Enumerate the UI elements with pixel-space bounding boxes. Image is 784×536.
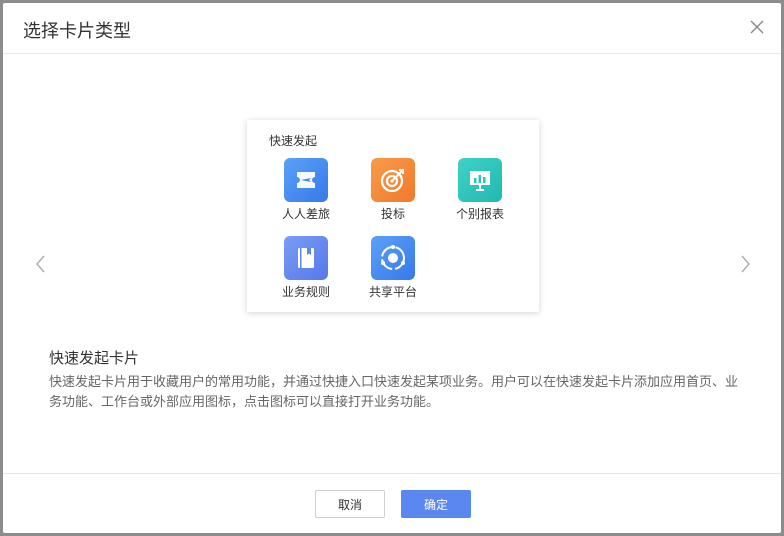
ticket-plane-icon — [284, 158, 328, 202]
chart-board-icon — [458, 158, 502, 202]
chevron-right-icon[interactable] — [737, 254, 753, 274]
dialog-footer: 取消 确定 — [3, 473, 781, 533]
app-label: 业务规则 — [281, 285, 330, 299]
card-type-title: 快速发起卡片 — [49, 349, 140, 367]
target-arrow-icon — [371, 158, 415, 202]
app-item-business-rules: 业务规则 — [266, 236, 346, 300]
app-item-travel: 人人差旅 — [266, 158, 346, 222]
card-type-description: 快速发起卡片用于收藏用户的常用功能，并通过快捷入口快速发起某项业务。用户可以在快… — [49, 375, 739, 410]
book-icon — [284, 236, 328, 280]
confirm-button[interactable]: 确定 — [401, 490, 471, 518]
app-item-report: 个别报表 — [440, 158, 520, 222]
app-label: 个别报表 — [455, 207, 504, 221]
dialog-header: 选择卡片类型 — [3, 3, 781, 54]
app-label: 共享平台 — [368, 285, 417, 299]
dialog-title: 选择卡片类型 — [23, 21, 131, 42]
select-card-type-dialog: 选择卡片类型 快速发起 人人差旅 投标 个别报表 业务规则 共享平台 快速发起卡… — [3, 3, 781, 533]
app-item-shared-platform: 共享平台 — [353, 236, 433, 300]
close-icon[interactable] — [749, 19, 765, 35]
chevron-left-icon[interactable] — [33, 254, 49, 274]
app-label: 投标 — [380, 207, 405, 221]
card-preview: 快速发起 人人差旅 投标 个别报表 业务规则 共享平台 — [247, 120, 539, 312]
card-preview-title: 快速发起 — [269, 134, 318, 148]
cancel-button[interactable]: 取消 — [315, 490, 385, 518]
share-cycle-icon — [371, 236, 415, 280]
app-item-bidding: 投标 — [353, 158, 433, 222]
app-label: 人人差旅 — [281, 207, 330, 221]
